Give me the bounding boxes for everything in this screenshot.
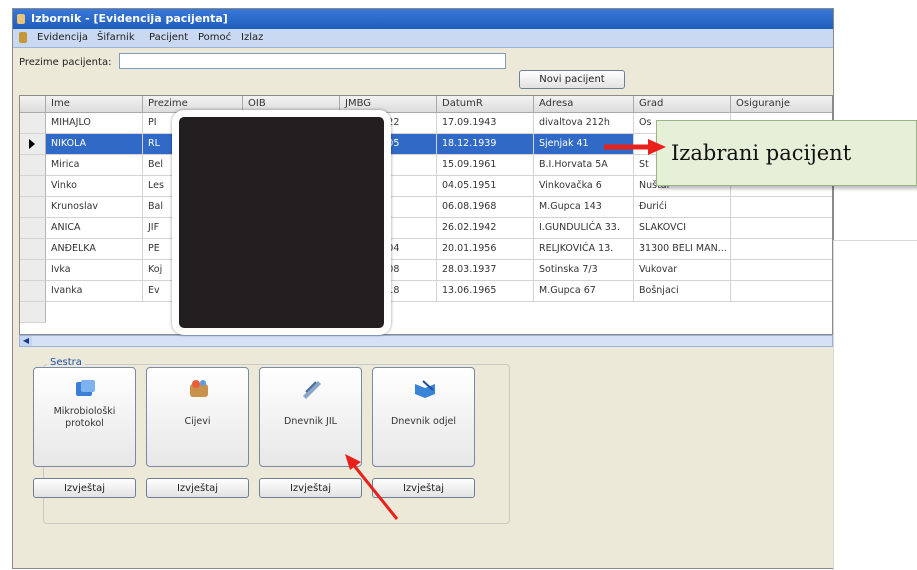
row-header[interactable]: [20, 134, 46, 155]
table-cell[interactable]: [731, 197, 832, 218]
row-header[interactable]: [20, 239, 46, 260]
table-cell[interactable]: 06.08.1968: [437, 197, 534, 218]
table-cell[interactable]: 20.01.1956: [437, 239, 534, 260]
search-label: Prezime pacijenta:: [19, 57, 112, 68]
right-edge-frame: [833, 240, 917, 570]
row-header[interactable]: [20, 197, 46, 218]
table-cell[interactable]: Bošnjaci: [634, 281, 731, 302]
table-cell[interactable]: B.I.Horvata 5A: [534, 155, 634, 176]
dnevnik-odjel-tile[interactable]: Dnevnik odjel: [372, 367, 475, 467]
menu-sifarnik[interactable]: Šifarnik: [97, 32, 135, 43]
row-header[interactable]: [20, 218, 46, 239]
table-cell[interactable]: SLAKOVCI: [634, 218, 731, 239]
callout-text: Izabrani pacijent: [671, 141, 852, 165]
scroll-left-icon[interactable]: ◀: [20, 336, 32, 346]
selected-patient-callout: Izabrani pacijent: [656, 120, 917, 186]
table-cell[interactable]: 31300 BELI MAN...: [634, 239, 731, 260]
menu-app-icon: [19, 32, 27, 43]
dnevnik-jil-tile[interactable]: Dnevnik JIL: [259, 367, 362, 467]
table-cell[interactable]: 13.06.1965: [437, 281, 534, 302]
table-cell[interactable]: [731, 281, 832, 302]
row-header[interactable]: [20, 281, 46, 302]
table-cell[interactable]: 17.09.1943: [437, 113, 534, 134]
izvjestaj-button-cijevi[interactable]: Izvještaj: [146, 478, 249, 498]
izvjestaj-button-mikrobioloski[interactable]: Izvještaj: [33, 478, 136, 498]
row-header[interactable]: [20, 155, 46, 176]
table-cell[interactable]: Vinkovačka 6: [534, 176, 634, 197]
tubes-icon: [190, 380, 208, 397]
table-cell[interactable]: NIKOLA: [46, 134, 143, 155]
title-bar: Izbornik - [Evidencija pacijenta]: [13, 9, 833, 29]
table-cell[interactable]: [731, 239, 832, 260]
izvjestaj-button-dnevnik-odjel[interactable]: Izvještaj: [372, 478, 475, 498]
current-row-indicator-icon: [29, 139, 35, 149]
menu-evidencija[interactable]: Evidencija: [37, 32, 88, 43]
table-cell[interactable]: Sjenjak 41: [534, 134, 634, 155]
column-header-ime[interactable]: Ime: [46, 96, 143, 113]
column-header-osiguranje[interactable]: Osiguranje: [731, 96, 832, 113]
redaction-overlay: [172, 110, 391, 335]
table-cell[interactable]: Vinko: [46, 176, 143, 197]
row-header[interactable]: [20, 176, 46, 197]
main-window: Izbornik - [Evidencija pacijenta] Eviden…: [12, 8, 834, 569]
table-cell[interactable]: I.GUNDULIĆA 33.: [534, 218, 634, 239]
search-input[interactable]: [119, 53, 506, 69]
table-cell[interactable]: RELJKOVIĆA 13.: [534, 239, 634, 260]
table-cell[interactable]: ANICA: [46, 218, 143, 239]
horizontal-scrollbar[interactable]: ◀: [19, 335, 833, 347]
table-cell[interactable]: MIHAJLO: [46, 113, 143, 134]
row-header: [20, 302, 46, 323]
table-cell[interactable]: Đurići: [634, 197, 731, 218]
new-patient-button[interactable]: Novi pacijent: [519, 70, 625, 89]
table-cell[interactable]: Sotinska 7/3: [534, 260, 634, 281]
table-cell[interactable]: [731, 218, 832, 239]
menu-pomoc[interactable]: Pomoć: [198, 32, 231, 43]
table-cell[interactable]: Ivanka: [46, 281, 143, 302]
table-cell[interactable]: 28.03.1937: [437, 260, 534, 281]
column-header-adresa[interactable]: Adresa: [534, 96, 634, 113]
table-cell[interactable]: 15.09.1961: [437, 155, 534, 176]
menu-bar: Evidencija Šifarnik Pacijent Pomoć Izlaz: [13, 29, 833, 48]
table-cell[interactable]: Ivka: [46, 260, 143, 281]
table-cell[interactable]: 04.05.1951: [437, 176, 534, 197]
window-title: Izbornik - [Evidencija pacijenta]: [31, 12, 228, 25]
table-cell[interactable]: M.Gupca 143: [534, 197, 634, 218]
table-cell[interactable]: Krunoslav: [46, 197, 143, 218]
table-cell[interactable]: divaltova 212h: [534, 113, 634, 134]
table-cell[interactable]: M.Gupca 67: [534, 281, 634, 302]
row-header[interactable]: [20, 260, 46, 281]
cijevi-tile[interactable]: Cijevi: [146, 367, 249, 467]
table-cell[interactable]: 18.12.1939: [437, 134, 534, 155]
column-header-grad[interactable]: Grad: [634, 96, 731, 113]
icu-diary-icon: [303, 381, 321, 399]
ward-diary-icon: [415, 380, 435, 398]
corner-header: [20, 96, 46, 113]
mikrobioloski-protokol-tile[interactable]: Mikrobiološki protokol: [33, 367, 136, 467]
table-cell[interactable]: Vukovar: [634, 260, 731, 281]
row-header[interactable]: [20, 113, 46, 134]
tile-label: Mikrobiološki protokol: [53, 406, 116, 429]
izvjestaj-button-dnevnik-jil[interactable]: Izvještaj: [259, 478, 362, 498]
table-cell[interactable]: Mirica: [46, 155, 143, 176]
tile-label: Dnevnik odjel: [391, 416, 456, 427]
menu-pacijent[interactable]: Pacijent: [149, 32, 188, 43]
app-icon: [17, 14, 25, 24]
tile-label: Cijevi: [184, 416, 211, 427]
tile-label: Dnevnik JIL: [284, 416, 337, 427]
table-cell[interactable]: [731, 260, 832, 281]
menu-izlaz[interactable]: Izlaz: [241, 32, 263, 43]
microbiology-icon: [76, 380, 95, 396]
table-cell[interactable]: ANĐELKA: [46, 239, 143, 260]
column-header-datumr[interactable]: DatumR: [437, 96, 534, 113]
table-cell[interactable]: 26.02.1942: [437, 218, 534, 239]
